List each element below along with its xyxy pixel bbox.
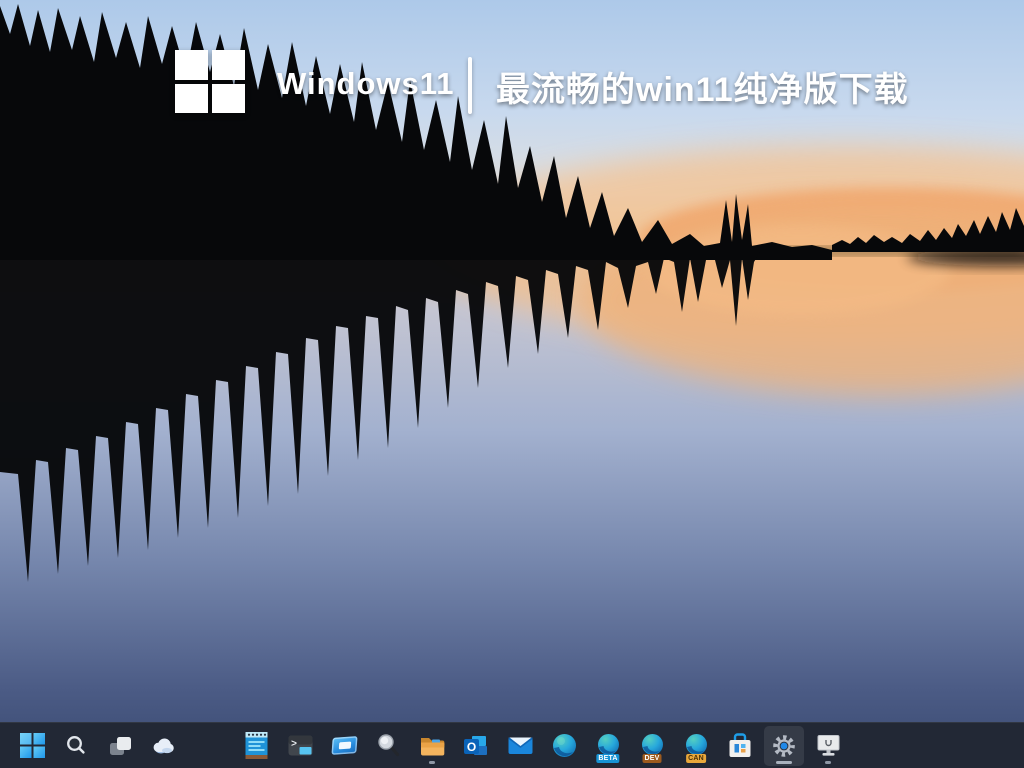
running-indicator <box>429 761 435 764</box>
magnifier-icon <box>376 733 401 758</box>
terminal-icon: > <box>288 733 313 758</box>
edge-beta-button[interactable]: BETA <box>588 726 628 766</box>
start-icon <box>20 733 45 758</box>
running-indicator <box>825 761 831 764</box>
media-player-icon <box>331 736 357 755</box>
magnifier-button[interactable] <box>368 726 408 766</box>
edge-dev-badge: DEV <box>643 754 662 763</box>
search-button[interactable] <box>56 726 96 766</box>
monitor-button[interactable] <box>808 726 848 766</box>
mail-icon <box>508 733 533 758</box>
widgets-cloud-icon <box>151 733 177 759</box>
outlook-letter: O <box>467 739 476 753</box>
wallpaper-image <box>0 0 1024 768</box>
edge-dev-button[interactable]: DEV <box>632 726 672 766</box>
desktop: Windows11 最流畅的win11纯净版下载 <box>0 0 1024 768</box>
notepad-icon <box>245 732 268 759</box>
task-view-button[interactable] <box>100 726 140 766</box>
settings-button[interactable] <box>764 726 804 766</box>
media-player-button[interactable] <box>324 726 364 766</box>
edge-icon <box>552 733 577 758</box>
file-explorer-button[interactable] <box>412 726 452 766</box>
edge-beta-badge: BETA <box>596 754 619 763</box>
active-indicator <box>776 761 792 764</box>
widgets-button[interactable] <box>144 726 184 766</box>
store-button[interactable] <box>720 726 760 766</box>
task-view-icon <box>108 733 133 758</box>
settings-gear-icon <box>771 733 797 759</box>
edge-canary-button[interactable]: CAN <box>676 726 716 766</box>
mail-button[interactable] <box>500 726 540 766</box>
outlook-icon: O <box>464 734 488 758</box>
notepad-button[interactable] <box>236 726 276 766</box>
outlook-button[interactable]: O <box>456 726 496 766</box>
taskbar: > <box>0 722 1024 768</box>
edge-canary-badge: CAN <box>686 754 706 763</box>
start-button[interactable] <box>12 726 52 766</box>
store-icon <box>728 733 752 759</box>
edge-button[interactable] <box>544 726 584 766</box>
terminal-button[interactable]: > <box>280 726 320 766</box>
taskbar-spacer <box>188 726 232 766</box>
file-explorer-icon <box>420 734 445 757</box>
search-icon <box>64 734 88 758</box>
terminal-prompt-glyph: > <box>291 740 297 751</box>
monitor-icon <box>816 733 841 758</box>
